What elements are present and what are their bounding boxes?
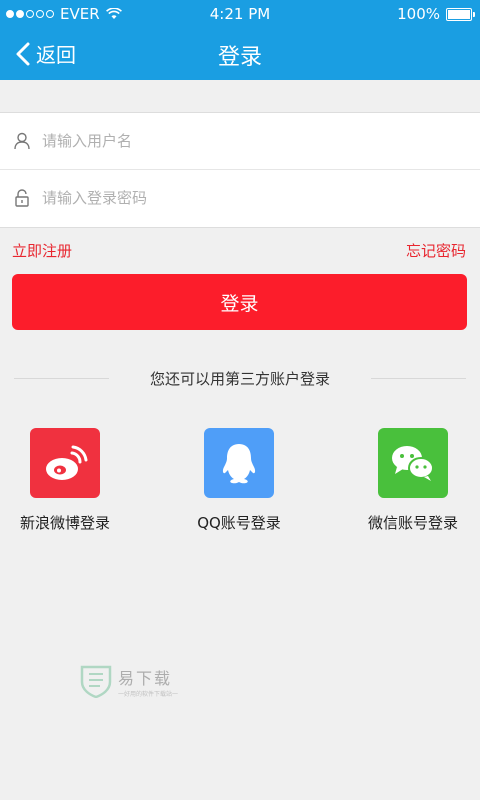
divider-right	[371, 378, 466, 379]
user-icon	[14, 132, 30, 150]
shield-logo-icon	[80, 665, 112, 698]
weibo-icon[interactable]	[30, 428, 100, 498]
password-row	[0, 170, 480, 226]
wechat-login-label: 微信账号登录	[367, 514, 459, 532]
battery-percent: 100%	[397, 5, 440, 23]
qq-icon[interactable]	[204, 428, 274, 498]
auth-links: 立即注册 忘记密码	[12, 240, 466, 261]
nav-bar: 返回 登录	[0, 26, 480, 80]
forgot-password-link[interactable]: 忘记密码	[406, 240, 466, 261]
qq-login-label: QQ账号登录	[197, 514, 281, 532]
status-bar: EVER 4:21 PM 100%	[0, 0, 480, 26]
lock-icon	[15, 189, 29, 207]
header: EVER 4:21 PM 100% 返回 登录	[0, 0, 480, 80]
register-link[interactable]: 立即注册	[12, 240, 72, 261]
wechat-icon[interactable]	[378, 428, 448, 498]
watermark-subtext: 一好用的软件下载站一	[118, 690, 179, 698]
login-form	[0, 112, 480, 228]
password-input[interactable]	[40, 188, 444, 208]
username-input[interactable]	[40, 131, 444, 151]
username-row	[0, 113, 480, 170]
wechat-login[interactable]: 微信账号登录	[368, 428, 458, 532]
watermark-text: 易下载	[118, 668, 173, 688]
third-party-divider: 您还可以用第三方账户登录	[0, 366, 480, 390]
qq-login[interactable]: QQ账号登录	[197, 428, 281, 532]
battery-icon	[446, 7, 475, 21]
watermark: 易下载 一好用的软件下载站一	[80, 664, 178, 698]
weibo-login[interactable]: 新浪微博登录	[20, 428, 110, 532]
weibo-login-label: 新浪微博登录	[19, 514, 111, 532]
page-title: 登录	[217, 45, 262, 70]
login-button[interactable]: 登录	[12, 274, 467, 330]
